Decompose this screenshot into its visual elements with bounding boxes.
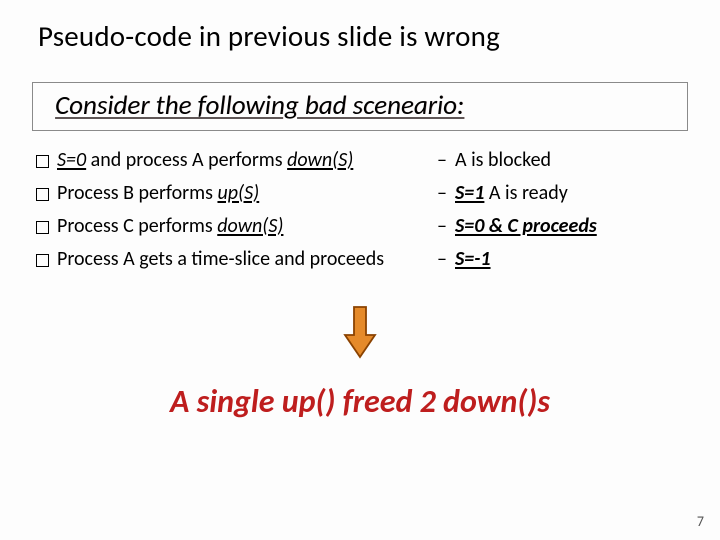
- list-item-left: S=0 and process A performs down(S): [57, 145, 437, 176]
- list-item: S=0 and process A performs down(S) – A i…: [36, 145, 684, 176]
- conclusion-text: A single up() freed 2 down()s: [0, 382, 720, 421]
- dash-separator: –: [437, 211, 455, 242]
- slide-title: Pseudo-code in previous slide is wrong: [0, 0, 720, 54]
- plain-text: Process A gets a time-slice and proceeds: [57, 247, 384, 271]
- emph-text: down(S): [287, 148, 353, 172]
- list-item: Process C performs down(S) – S=0 & C pro…: [36, 211, 684, 242]
- down-arrow-icon: [343, 305, 377, 359]
- subtitle-box: Consider the following bad sceneario:: [32, 82, 688, 131]
- page-number: 7: [697, 513, 704, 530]
- square-bullet-icon: [36, 188, 49, 201]
- plain-text: Process B performs: [57, 181, 217, 205]
- plain-text: A is blocked: [455, 148, 551, 172]
- list-item-right: A is blocked: [455, 145, 684, 176]
- strong-text: S=0 & C proceeds: [455, 214, 597, 238]
- square-bullet-icon: [36, 155, 49, 168]
- scenario-list: S=0 and process A performs down(S) – A i…: [36, 145, 684, 275]
- plain-text: Process C performs: [57, 214, 217, 238]
- dash-separator: –: [437, 244, 455, 275]
- list-item-right: S=1 A is ready: [455, 178, 684, 209]
- emph-text: down(S): [217, 214, 283, 238]
- strong-text: S=1: [455, 181, 484, 205]
- arrow-path: [345, 307, 375, 357]
- list-item-left: Process B performs up(S): [57, 178, 437, 209]
- list-item-left: Process C performs down(S): [57, 211, 437, 242]
- dash-separator: –: [437, 145, 455, 176]
- list-item: Process A gets a time-slice and proceeds…: [36, 244, 684, 275]
- plain-text: and process A performs: [86, 148, 287, 172]
- subtitle-text: Consider the following bad sceneario:: [55, 89, 464, 122]
- list-item: Process B performs up(S) – S=1 A is read…: [36, 178, 684, 209]
- strong-text: S=-1: [455, 247, 491, 271]
- plain-text: A is ready: [484, 181, 567, 205]
- emph-text: S=0: [57, 148, 86, 172]
- list-item-right: S=0 & C proceeds: [455, 211, 684, 242]
- list-item-left: Process A gets a time-slice and proceeds: [57, 244, 437, 275]
- arrow-container: [0, 305, 720, 364]
- emph-text: up(S): [217, 181, 259, 205]
- square-bullet-icon: [36, 221, 49, 234]
- square-bullet-icon: [36, 254, 49, 267]
- list-item-right: S=-1: [455, 244, 684, 275]
- dash-separator: –: [437, 178, 455, 209]
